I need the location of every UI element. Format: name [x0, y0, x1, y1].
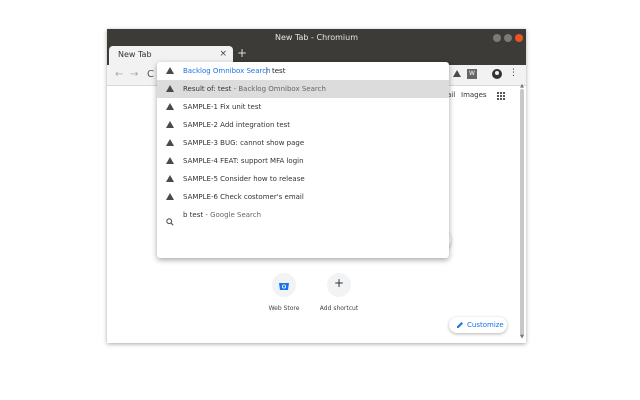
suggestion-item[interactable]: SAMPLE-6 Check costomer's email	[157, 188, 449, 206]
reload-button[interactable]: C	[147, 69, 154, 80]
suggestion-suffix: - Google Search	[203, 211, 262, 219]
suggestion-main: SAMPLE-5 Consider how to release	[183, 175, 305, 183]
customize-label: Customize	[467, 321, 504, 329]
suggestion-item[interactable]: SAMPLE-3 BUG: cannot show page	[157, 134, 449, 152]
suggestion-text: b test - Google Search	[183, 211, 261, 219]
shortcut-web-store[interactable]: Web Store	[254, 273, 314, 312]
omnibox-separator: |	[265, 66, 268, 75]
suggestion-text: SAMPLE-3 BUG: cannot show page	[183, 139, 304, 147]
suggestion-item[interactable]: b test - Google Search	[157, 206, 449, 226]
suggestion-text: Result of: test - Backlog Omnibox Search	[183, 85, 326, 93]
profile-icon[interactable]	[492, 69, 502, 79]
back-button[interactable]: ←	[115, 69, 123, 80]
suggestion-item[interactable]: Result of: test - Backlog Omnibox Search	[157, 80, 449, 98]
suggestion-main: b test	[183, 211, 204, 219]
suggestion-main: SAMPLE-6 Check costomer's email	[183, 193, 304, 201]
backlog-icon	[166, 67, 174, 74]
shortcut-label: Add shortcut	[319, 305, 359, 312]
scroll-down-arrow-icon[interactable]: ▼	[520, 334, 524, 340]
maximize-button[interactable]	[504, 34, 512, 42]
scrollbar[interactable]	[520, 89, 524, 337]
omnibox-input[interactable]: test	[272, 67, 285, 75]
web-store-icon	[272, 273, 296, 297]
search-icon	[166, 211, 174, 230]
suggestion-text: SAMPLE-1 Fix unit test	[183, 103, 261, 111]
backlog-icon	[166, 139, 174, 146]
suggestion-main: SAMPLE-3 BUG: cannot show page	[183, 139, 305, 147]
omnibox-dropdown: Backlog Omnibox Search | test Result of:…	[157, 62, 449, 258]
suggestion-main: Result of: test	[183, 85, 232, 93]
pencil-icon	[457, 322, 463, 328]
omnibox-keyword: Backlog Omnibox Search	[183, 67, 271, 75]
customize-button[interactable]: Customize	[449, 317, 507, 333]
suggestion-main: SAMPLE-2 Add integration test	[183, 121, 291, 129]
minimize-button[interactable]	[493, 34, 501, 42]
forward-button[interactable]: →	[130, 69, 138, 80]
w-extension-label: W	[469, 70, 475, 77]
apps-grid-icon[interactable]	[497, 92, 505, 100]
backlog-icon	[166, 121, 174, 128]
new-tab-button[interactable]: +	[237, 46, 247, 60]
w-extension-icon[interactable]: W	[467, 69, 477, 79]
suggestion-item[interactable]: SAMPLE-1 Fix unit test	[157, 98, 449, 116]
suggestion-text: SAMPLE-4 FEAT: support MFA login	[183, 157, 304, 165]
omnibox[interactable]: Backlog Omnibox Search | test	[157, 62, 449, 80]
plus-icon: +	[327, 273, 351, 297]
plus-glyph: +	[333, 276, 345, 290]
shortcut-add[interactable]: + Add shortcut	[309, 273, 369, 312]
backlog-icon	[166, 175, 174, 182]
close-window-button[interactable]	[515, 34, 523, 42]
backlog-icon	[166, 193, 174, 200]
suggestion-text: SAMPLE-5 Consider how to release	[183, 175, 305, 183]
suggestion-suffix: - Backlog Omnibox Search	[231, 85, 326, 93]
suggestion-main: SAMPLE-4 FEAT: support MFA login	[183, 157, 304, 165]
tab-label: New Tab	[118, 50, 152, 59]
close-tab-icon[interactable]: ×	[219, 49, 227, 59]
backlog-extension-icon[interactable]	[453, 70, 461, 77]
suggestion-item[interactable]: SAMPLE-4 FEAT: support MFA login	[157, 152, 449, 170]
suggestion-text: SAMPLE-2 Add integration test	[183, 121, 290, 129]
suggestion-item[interactable]: SAMPLE-5 Consider how to release	[157, 170, 449, 188]
suggestion-main: SAMPLE-1 Fix unit test	[183, 103, 262, 111]
browser-window: New Tab - Chromium New Tab × + ← → C W ⋮…	[107, 29, 526, 343]
suggestion-item[interactable]: SAMPLE-2 Add integration test	[157, 116, 449, 134]
scroll-up-arrow-icon[interactable]: ▲	[520, 83, 524, 89]
window-title: New Tab - Chromium	[274, 33, 359, 42]
backlog-icon	[166, 103, 174, 110]
more-menu-icon[interactable]: ⋮	[509, 68, 518, 78]
suggestion-text: SAMPLE-6 Check costomer's email	[183, 193, 304, 201]
shortcut-label: Web Store	[268, 305, 300, 312]
backlog-icon	[166, 85, 174, 92]
images-link[interactable]: Images	[461, 91, 487, 99]
backlog-icon	[166, 157, 174, 164]
